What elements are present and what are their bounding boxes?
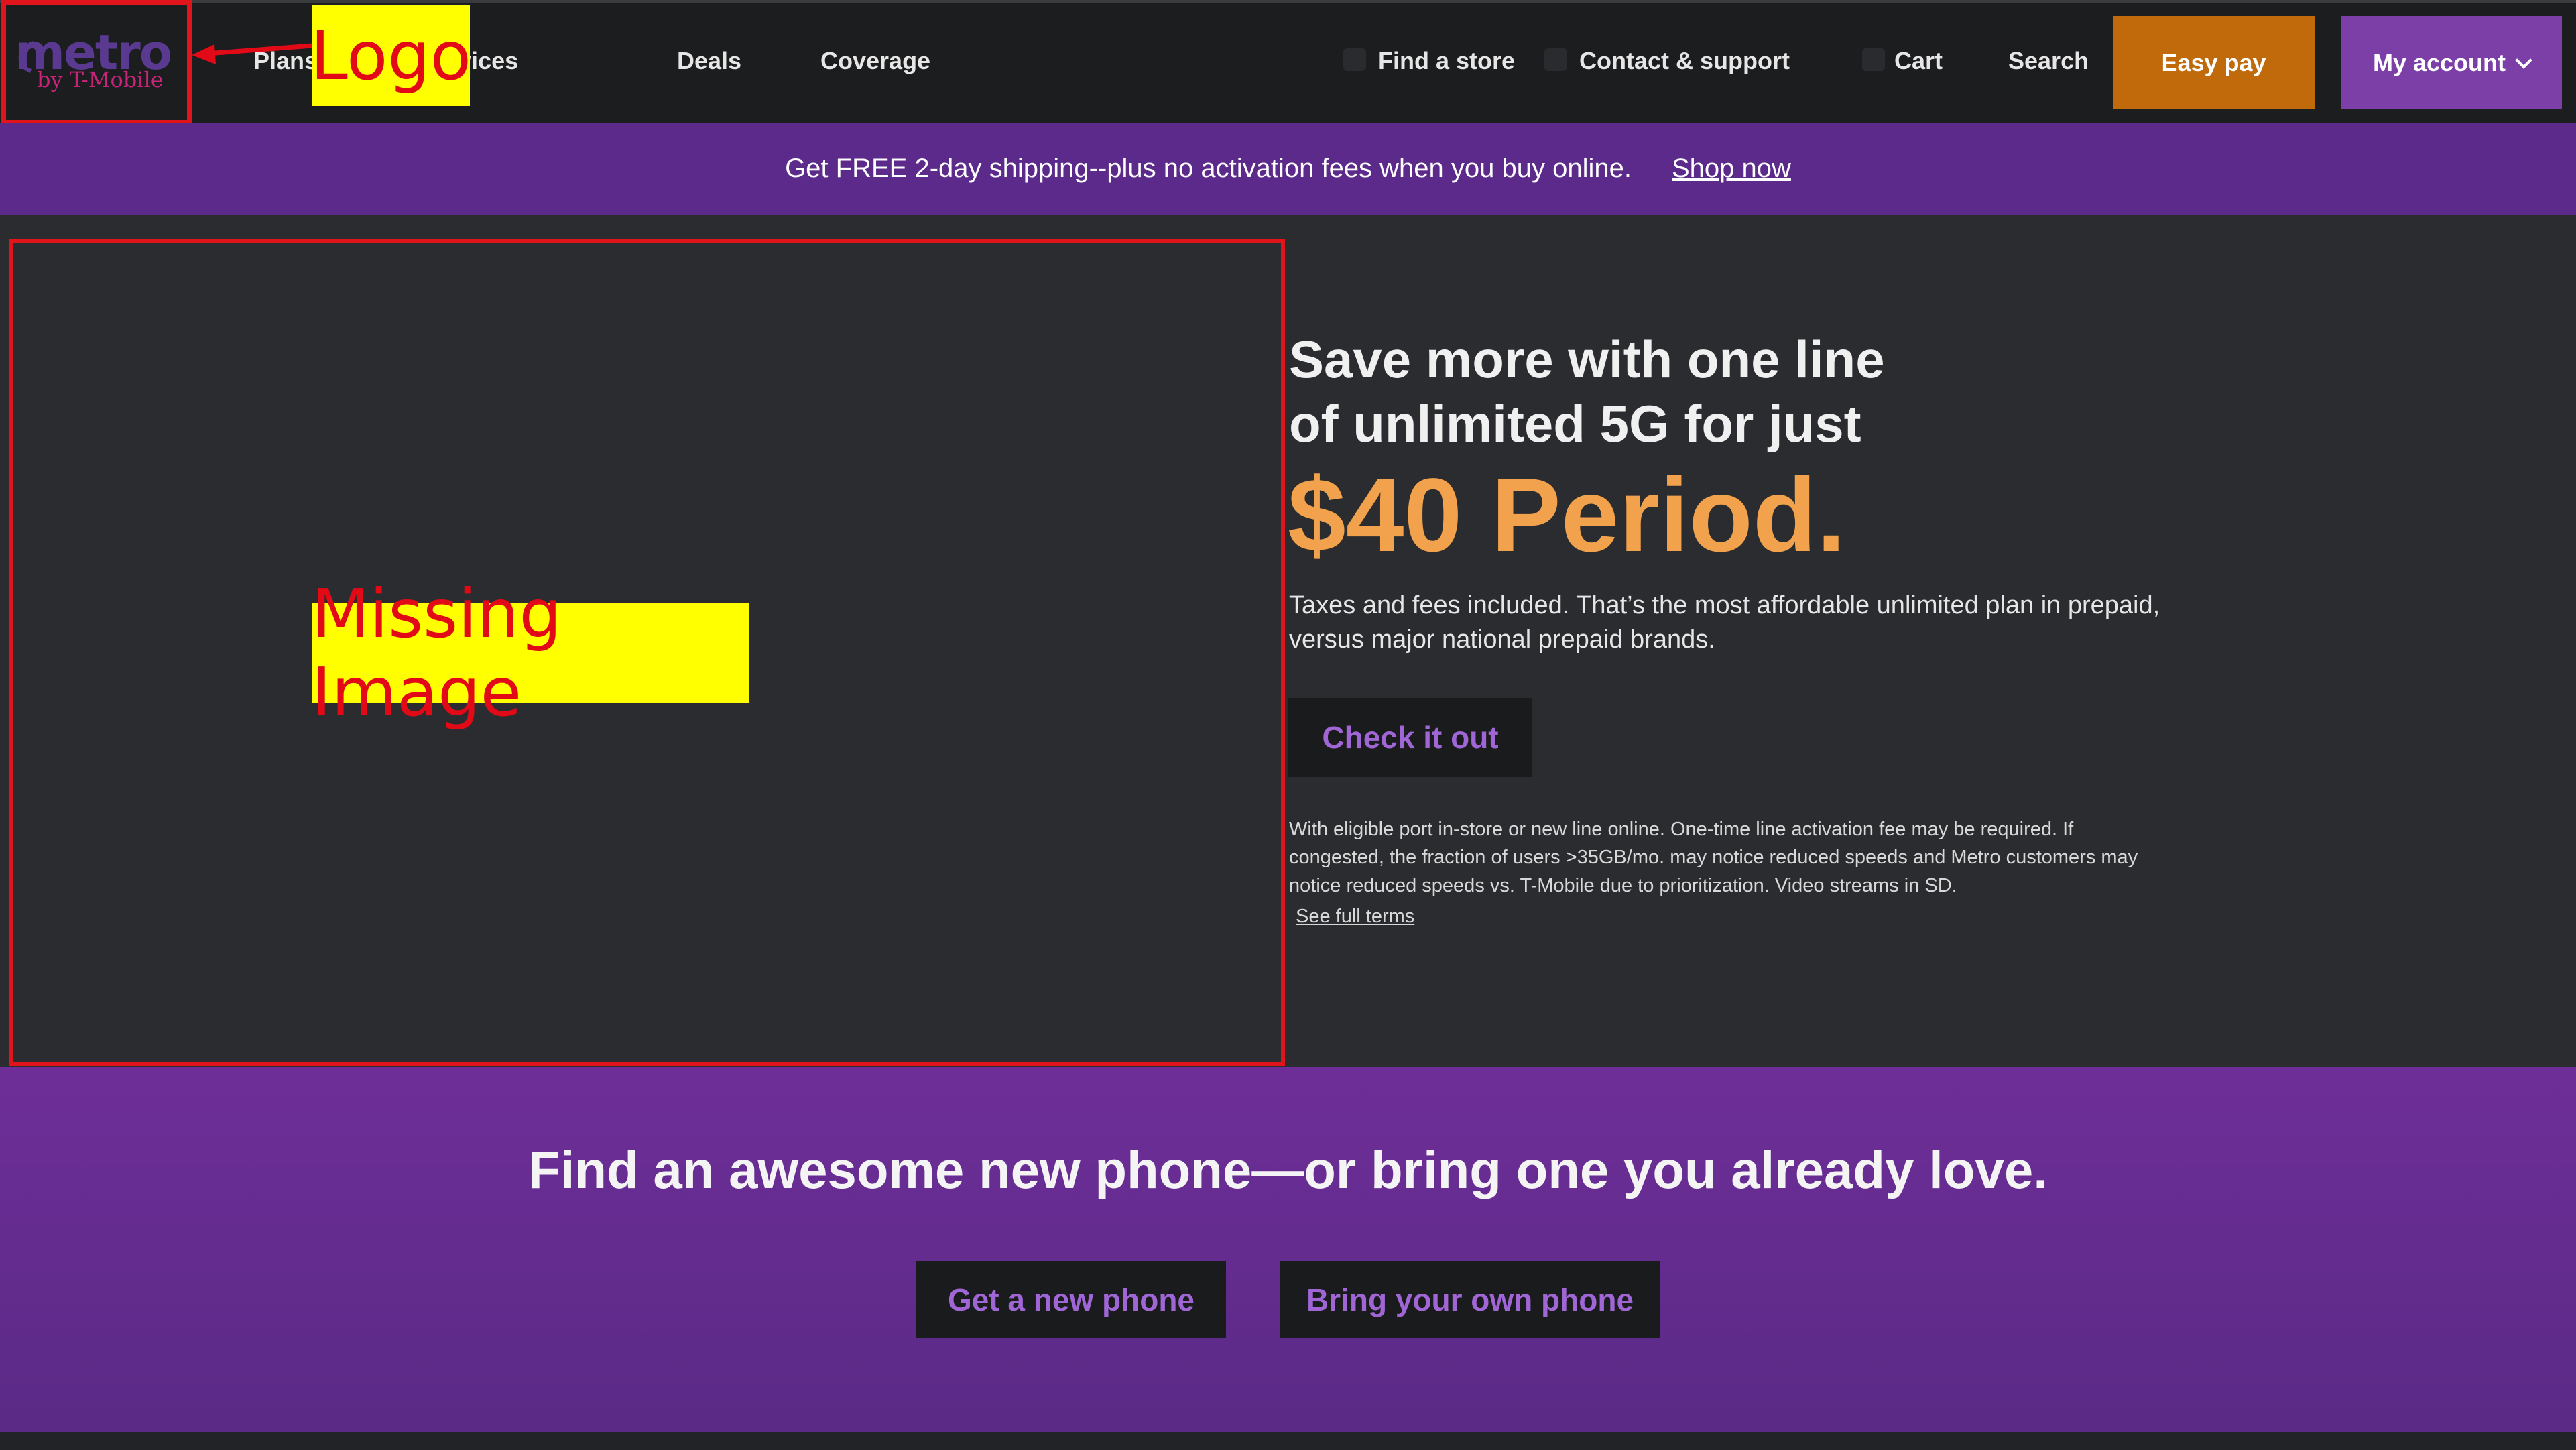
store-icon xyxy=(1343,48,1366,71)
arrow-icon xyxy=(192,43,313,64)
nav-coverage[interactable]: Coverage xyxy=(820,47,930,75)
support-icon xyxy=(1544,48,1567,71)
nav-find-store[interactable]: Find a store xyxy=(1378,47,1515,75)
hero-subtext: Taxes and fees included. That’s the most… xyxy=(1289,591,2160,654)
easy-pay-button[interactable]: Easy pay xyxy=(2113,16,2315,109)
get-new-phone-button[interactable]: Get a new phone xyxy=(916,1261,1226,1338)
nav-search[interactable]: Search xyxy=(2008,47,2089,75)
my-account-button[interactable]: My account xyxy=(2341,16,2562,109)
hero-headline-line1: Save more with one line xyxy=(1289,330,1885,389)
nav-cart[interactable]: Cart xyxy=(1894,47,1943,75)
see-full-terms-link[interactable]: See full terms xyxy=(1296,906,1414,928)
hero-fine-print: With eligible port in-store or new line … xyxy=(1289,819,2138,896)
phones-section xyxy=(0,1067,2576,1432)
hero-headline-line2: of unlimited 5G for just xyxy=(1289,394,1861,453)
nav-deals[interactable]: Deals xyxy=(677,47,741,75)
nav-contact-support[interactable]: Contact & support xyxy=(1579,47,1790,75)
bottom-strip xyxy=(0,1432,2576,1450)
chevron-down-icon xyxy=(2515,51,2532,69)
hero-price: $40 Period. xyxy=(1288,457,1846,574)
logo-annotation-label: Logo xyxy=(310,5,471,106)
hero-headline: Save more with one line of unlimited 5G … xyxy=(1289,327,2227,456)
my-account-label: My account xyxy=(2372,48,2506,76)
cart-icon xyxy=(1862,48,1885,71)
shop-now-link[interactable]: Shop now xyxy=(1672,154,1791,184)
bring-own-phone-button[interactable]: Bring your own phone xyxy=(1280,1261,1660,1338)
promo-text: Get FREE 2-day shipping--plus no activat… xyxy=(785,154,1632,183)
check-it-out-button[interactable]: Check it out xyxy=(1288,698,1532,777)
tmobile-logo-sub: by T-Mobile xyxy=(37,67,164,93)
missing-image-annotation-label: Missing Image xyxy=(312,575,749,731)
promo-bar: Get FREE 2-day shipping--plus no activat… xyxy=(0,123,2576,215)
phones-title: Find an awesome new phone—or bring one y… xyxy=(528,1140,2048,1199)
